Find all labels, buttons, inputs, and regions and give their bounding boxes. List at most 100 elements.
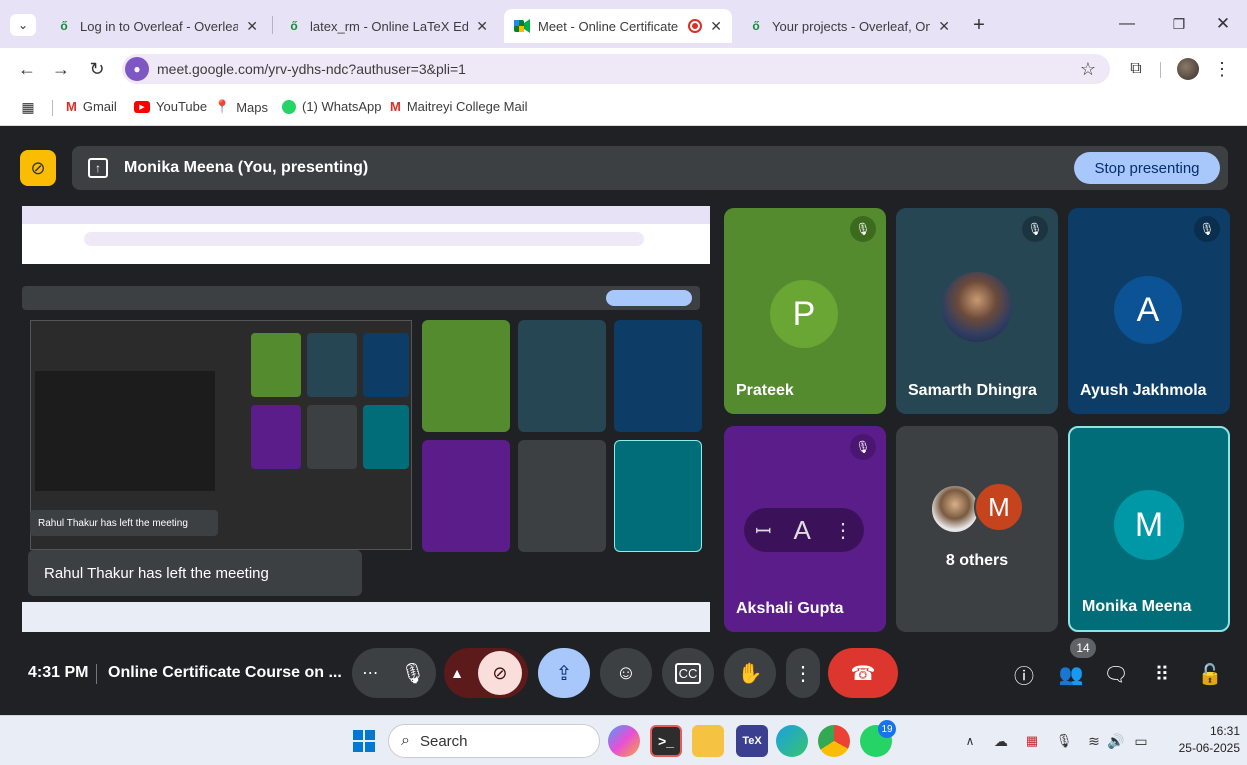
extensions-icon[interactable]: ⧉	[1124, 57, 1148, 81]
bookmark-college-mail[interactable]: M Maitreyi College Mail	[390, 99, 528, 114]
people-icon[interactable]: 👥	[1056, 660, 1086, 688]
onedrive-icon[interactable]: ☁	[990, 731, 1012, 751]
overleaf-icon: ő	[752, 19, 760, 33]
search-label: Search	[419, 732, 468, 750]
microphone-tray-icon[interactable]: 🎙	[1054, 731, 1074, 751]
raise-hand-button[interactable]: ✋	[724, 648, 776, 698]
more-audio-options-button[interactable]: ⋯ 🎙	[352, 648, 436, 698]
wifi-icon[interactable]: ≋	[1084, 731, 1104, 751]
participant-tile-prateek[interactable]: 🎙 P Prateek	[724, 208, 886, 414]
hang-up-icon: ☎	[850, 662, 876, 685]
chat-icon[interactable]: 🗨	[1102, 660, 1130, 688]
time-divider	[96, 664, 97, 684]
close-tab-icon[interactable]: ✕	[938, 18, 950, 35]
tab-title: latex_rm - Online LaTeX Editor O	[310, 18, 469, 34]
nested-stop-presenting	[606, 290, 692, 306]
profile-avatar[interactable]	[1177, 58, 1199, 80]
tab-overleaf-login[interactable]: ő Log in to Overleaf - Overleaf, O ✕	[46, 9, 268, 43]
copilot-icon[interactable]	[608, 725, 640, 757]
more-options-button[interactable]: ⋮	[786, 648, 820, 698]
nested-tile	[363, 405, 409, 469]
forward-icon[interactable]: →	[48, 57, 74, 81]
captions-button[interactable]: CC	[662, 648, 714, 698]
participant-tile-others[interactable]: M 8 others	[896, 426, 1058, 632]
presentation-warning-icon[interactable]: ⊘	[20, 150, 56, 186]
more-options-icon: ⋮	[793, 662, 813, 685]
others-count-label: 8 others	[945, 552, 1009, 569]
tab-overleaf-projects[interactable]: ő Your projects - Overleaf, Online ✕	[738, 9, 960, 43]
ellipsis-icon: ⋯	[362, 665, 379, 682]
show-hidden-icons-icon[interactable]: ∧	[960, 731, 980, 751]
back-icon[interactable]: ←	[14, 57, 40, 81]
bookmark-whatsapp[interactable]: (1) WhatsApp	[282, 99, 381, 114]
camera-toggle-button[interactable]: ▲ ⊘	[444, 648, 528, 698]
new-tab-icon[interactable]: +	[966, 12, 992, 38]
close-tab-icon[interactable]: ✕	[710, 18, 722, 35]
bookmark-maps[interactable]: 📍 Maps	[214, 99, 268, 115]
host-controls-icon[interactable]: 🔓	[1196, 660, 1224, 688]
nested-tile	[614, 320, 702, 432]
nested-tile	[251, 405, 301, 469]
close-tab-icon[interactable]: ✕	[246, 18, 258, 35]
reactions-button[interactable]: ☺	[600, 648, 652, 698]
nested-tile	[307, 333, 357, 397]
pin-menu-overlay[interactable]: ꟷ A ⋮	[744, 508, 864, 552]
nested-tile	[518, 320, 606, 432]
bookmarks-bar: ▦ M Gmail ▶ YouTube 📍 Maps (1) WhatsApp …	[0, 90, 1247, 126]
reload-icon[interactable]: ↻	[84, 57, 110, 81]
calendar-app-icon[interactable]: ▦	[1022, 731, 1042, 751]
browser-menu-icon[interactable]: ⋮	[1210, 57, 1234, 81]
terminal-icon[interactable]: >_	[650, 725, 682, 757]
participant-name: Prateek	[736, 382, 794, 399]
system-clock[interactable]: 16:31 25-06-2025	[1160, 723, 1240, 757]
mic-off-icon: 🎙	[1194, 216, 1220, 242]
present-screen-button[interactable]: ⇪	[538, 648, 590, 698]
battery-icon[interactable]: ▭	[1130, 731, 1152, 751]
chrome-icon[interactable]	[818, 725, 850, 757]
tab-meet[interactable]: Meet - Online Certificate Co ✕	[504, 9, 732, 43]
activities-icon[interactable]: ⠿	[1148, 660, 1176, 688]
minimize-icon[interactable]: —	[1112, 12, 1142, 36]
others-initial-avatar: M	[974, 482, 1024, 532]
participant-tile-monika[interactable]: M Monika Meena	[1068, 426, 1230, 632]
leave-call-button[interactable]: ☎	[828, 648, 898, 698]
close-tab-icon[interactable]: ✕	[476, 18, 488, 35]
nested-tile	[422, 440, 510, 552]
site-info-icon[interactable]: ●	[125, 57, 149, 81]
bookmark-star-icon[interactable]: ☆	[1076, 57, 1100, 81]
bookmark-gmail[interactable]: M Gmail	[66, 99, 117, 114]
tab-title: Log in to Overleaf - Overleaf, O	[80, 18, 239, 34]
close-window-icon[interactable]: ✕	[1208, 12, 1238, 36]
raise-hand-icon: ✋	[737, 662, 763, 685]
browser-tab-bar: ⌄ ő Log in to Overleaf - Overleaf, O ✕ ő…	[0, 0, 1247, 48]
taskbar-search[interactable]: ⌕ Search	[388, 724, 600, 758]
start-windows-icon[interactable]	[348, 725, 380, 757]
recording-indicator-icon	[688, 19, 703, 33]
meeting-title: Online Certificate Course on ...	[108, 664, 342, 681]
people-count-badge: 14	[1070, 638, 1096, 658]
tab-search-chevron-icon[interactable]: ⌄	[10, 14, 36, 36]
pin-icon[interactable]: ꟷ	[755, 517, 771, 544]
restore-icon[interactable]: ❐	[1164, 12, 1194, 36]
address-bar[interactable]: ● meet.google.com/yrv-ydhs-ndc?authuser=…	[122, 54, 1110, 84]
tab-latex-rm[interactable]: ő latex_rm - Online LaTeX Editor O ✕	[276, 9, 498, 43]
texstudio-icon[interactable]: TeX	[736, 725, 768, 757]
more-options-icon[interactable]: ⋮	[833, 518, 853, 543]
participant-tile-akshali[interactable]: 🎙 ꟷ A ⋮ Akshali Gupta	[724, 426, 886, 632]
edge-icon[interactable]	[776, 725, 808, 757]
nested-omnibox	[84, 232, 644, 246]
file-explorer-icon[interactable]	[692, 725, 724, 757]
participant-tile-ayush[interactable]: 🎙 A Ayush Jakhmola	[1068, 208, 1230, 414]
participant-name: Monika Meena	[1082, 598, 1192, 615]
present-screen-icon: ⇪	[555, 662, 573, 685]
nested-presenting-banner	[22, 286, 700, 310]
meeting-info-icon[interactable]: ⓘ	[1010, 660, 1038, 688]
apps-grid-icon[interactable]: ▦	[20, 99, 36, 115]
stop-presenting-button[interactable]: Stop presenting	[1074, 152, 1220, 184]
bookmark-youtube[interactable]: ▶ YouTube	[134, 99, 207, 114]
avatar: P	[770, 280, 838, 348]
participant-tile-samarth[interactable]: 🎙 Samarth Dhingra	[896, 208, 1058, 414]
url-text: meet.google.com/yrv-ydhs-ndc?authuser=3&…	[157, 61, 466, 77]
volume-icon[interactable]: 🔊	[1106, 731, 1126, 751]
others-photo-avatar	[930, 484, 980, 534]
